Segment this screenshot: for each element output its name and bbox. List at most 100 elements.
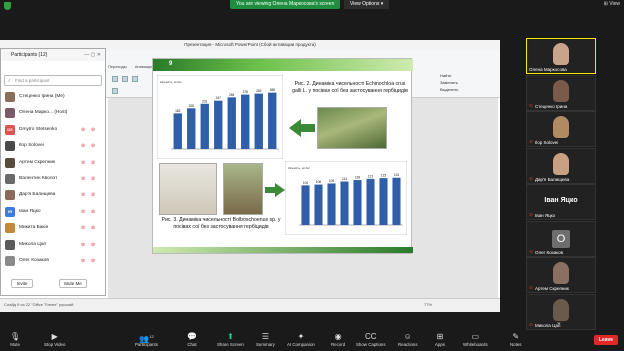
video-off-icon[interactable]: ⊘ xyxy=(91,258,95,264)
security-shield-icon[interactable] xyxy=(4,2,11,10)
chart-bar xyxy=(187,108,196,149)
avatar: DS xyxy=(5,124,15,135)
video-off-icon[interactable]: ⊘ xyxy=(91,143,95,149)
avatar xyxy=(5,173,15,184)
mic-muted-icon[interactable]: ⊘ xyxy=(81,176,85,182)
chart-data-label: 121 xyxy=(368,174,374,178)
share-screen-button[interactable]: ⬆ Share Screen xyxy=(217,332,244,347)
record-button[interactable]: ◉ Record xyxy=(331,332,345,347)
participant-video xyxy=(553,79,569,102)
mute-button[interactable]: 🎙 Mute xyxy=(10,332,20,347)
video-tile[interactable]: Дар'я Балищева ⊘ xyxy=(526,147,596,184)
stop-video-button[interactable]: ▶ Stop Video xyxy=(44,332,65,347)
participant-row[interactable]: Ilор Solovei ⊘ ⊘ xyxy=(1,138,105,154)
ribbon-tab[interactable]: Анимация xyxy=(135,64,154,69)
share-screen-label: Share Screen xyxy=(217,342,244,347)
participant-row[interactable]: Валентин Кволот ⊘ ⊘ xyxy=(1,171,105,187)
participants-panel: Participants (12) — ▢ ✕ ⌕ Find a partici… xyxy=(0,48,106,296)
video-off-icon[interactable]: ⊘ xyxy=(91,225,95,231)
tile-label: Стеценко Ірина xyxy=(535,103,568,109)
video-off-icon[interactable]: ⊘ xyxy=(91,127,95,133)
leave-button[interactable]: Leave xyxy=(594,335,618,345)
ribbon-tab[interactable]: Переходы xyxy=(108,64,127,69)
notes-button[interactable]: ✎ Notes xyxy=(510,332,521,347)
participant-row[interactable]: Стеценко Ірина (Me) xyxy=(1,89,105,105)
video-tile[interactable]: Артем Скрепник ⊘ xyxy=(526,257,596,293)
captions-icon: CC xyxy=(364,332,377,341)
video-tile[interactable]: Іван Яцко Іван Яцко ⊘ xyxy=(526,184,596,220)
mute-me-button[interactable]: Mute Me xyxy=(59,279,87,288)
chart-data-label: 283 xyxy=(256,89,262,93)
tile-label: Дар'я Балищева xyxy=(535,176,570,182)
video-off-icon[interactable]: ⊘ xyxy=(91,209,95,215)
participant-row[interactable]: Артем Скрепник ⊘ ⊘ xyxy=(1,155,105,171)
participants-button[interactable]: 👥12 Participants xyxy=(135,332,158,347)
chart-bar xyxy=(268,92,277,149)
invite-button[interactable]: Invite xyxy=(11,279,33,288)
mic-muted-icon[interactable]: ⊘ xyxy=(81,225,85,231)
chart-ylabel: Кількість, шт/м² xyxy=(160,80,182,84)
video-tile[interactable]: Олена Маркосова xyxy=(526,38,596,74)
participant-row[interactable]: Дар'я Балищева ⊘ ⊘ xyxy=(1,187,105,203)
video-off-icon[interactable]: ⊘ xyxy=(91,192,95,198)
participant-row[interactable]: DS Dmytro Stetsenko ⊘ ⊘ xyxy=(1,122,105,138)
replace-button[interactable]: Заменить xyxy=(440,79,458,86)
notes-icon: ✎ xyxy=(512,332,520,341)
participant-video xyxy=(553,262,569,284)
chart-echinochloa: Кількість, шт/м² 182 208 231 247 264 278 283 288 xyxy=(157,75,283,159)
gallery-scroll-down-icon[interactable]: ⌄ xyxy=(556,318,562,326)
search-placeholder: Find a participant xyxy=(15,78,50,83)
stop-video-label: Stop Video xyxy=(44,342,66,347)
chart-bar xyxy=(301,185,310,225)
video-tile[interactable]: O Олег Козаков ⊘ xyxy=(526,220,596,257)
avatar xyxy=(5,157,15,168)
video-off-icon[interactable]: ⊘ xyxy=(91,242,95,248)
reactions-button[interactable]: ☺ Reactions xyxy=(398,332,418,347)
chart-data-label: 247 xyxy=(216,96,222,100)
chart-bar xyxy=(379,178,388,225)
mic-muted-icon[interactable]: ⊘ xyxy=(81,143,85,149)
video-off-icon[interactable]: ⊘ xyxy=(91,176,95,182)
avatar xyxy=(5,108,15,119)
underline-icon[interactable] xyxy=(132,76,138,82)
zoom-level[interactable]: 77% xyxy=(424,299,432,311)
video-tile[interactable]: Стеценко Ірина ⊘ xyxy=(526,74,596,111)
participant-row[interactable]: Микита Бакін ⊘ ⊘ xyxy=(1,220,105,236)
mic-muted-icon[interactable]: ⊘ xyxy=(81,258,85,264)
slide-number: 9 xyxy=(169,61,173,67)
italic-icon[interactable] xyxy=(122,76,128,82)
participant-name: Артем Скрепник xyxy=(19,159,56,165)
participant-search-input[interactable]: ⌕ Find a participant xyxy=(4,75,102,86)
window-controls[interactable]: — ▢ ✕ xyxy=(84,49,101,61)
mic-muted-icon[interactable]: ⊘ xyxy=(81,127,85,133)
mic-muted-icon[interactable]: ⊘ xyxy=(81,192,85,198)
chart-bar xyxy=(200,103,209,149)
mic-muted-icon: ⊘ xyxy=(529,212,533,217)
participant-row[interactable]: Олена Марко... (Host) xyxy=(1,105,105,121)
mic-muted-icon[interactable]: ⊘ xyxy=(81,160,85,166)
font-color-icon[interactable] xyxy=(112,88,118,94)
mic-muted-icon[interactable]: ⊘ xyxy=(81,242,85,248)
participants-count: 12 xyxy=(149,334,154,339)
summary-button[interactable]: ☰ Summary xyxy=(256,332,275,347)
participant-row[interactable]: Олег Козаков ⊘ ⊘ xyxy=(1,253,105,269)
video-off-icon[interactable]: ⊘ xyxy=(91,160,95,166)
show-captions-label: Show Captions xyxy=(356,342,386,347)
slide-banner xyxy=(153,59,413,71)
view-options-button[interactable]: View Options ▾ xyxy=(344,0,390,9)
show-captions-button[interactable]: CC Show Captions xyxy=(356,332,386,347)
find-button[interactable]: Найти xyxy=(440,72,458,79)
participant-row[interactable]: ІЯ Іван Яцко ⊘ ⊘ xyxy=(1,204,105,220)
chat-button[interactable]: 💬 Chat xyxy=(187,332,197,347)
mic-muted-icon[interactable]: ⊘ xyxy=(81,209,85,215)
bold-icon[interactable] xyxy=(112,76,118,82)
ai-companion-button[interactable]: ✦ AI Companion xyxy=(287,332,315,347)
view-button[interactable]: ⊞ View xyxy=(604,1,620,7)
select-button[interactable]: Выделить xyxy=(440,86,458,93)
participant-row[interactable]: Микола Цап ⊘ ⊘ xyxy=(1,237,105,253)
video-tile[interactable]: Ilор Solovei ⊘ xyxy=(526,111,596,147)
ai-companion-label: AI Companion xyxy=(287,342,315,347)
tile-initial: O xyxy=(552,229,570,248)
whiteboards-button[interactable]: ▭ Whiteboards xyxy=(463,332,488,347)
apps-button[interactable]: ⊞ Apps xyxy=(435,332,445,347)
